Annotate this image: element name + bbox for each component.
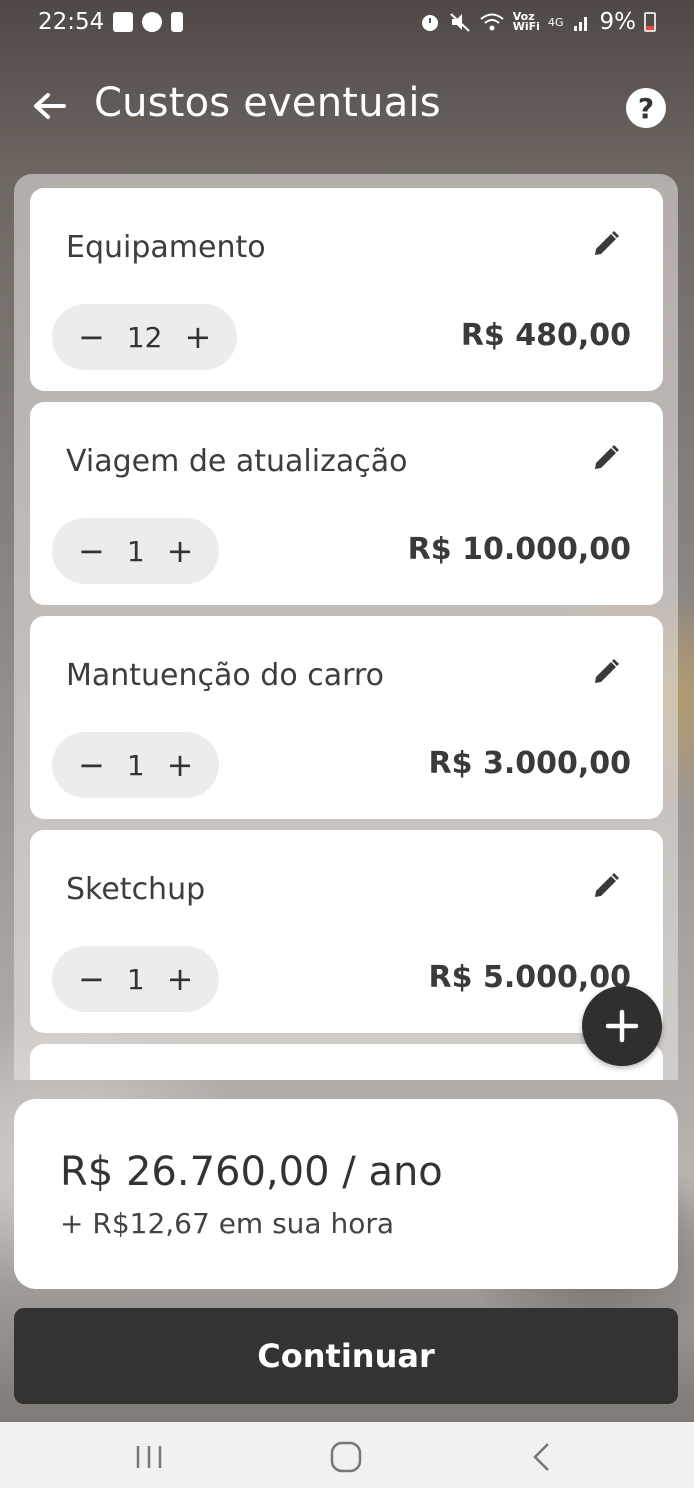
back-icon[interactable] <box>522 1440 562 1474</box>
quantity-stepper: − 1 + <box>52 732 220 798</box>
decrement-button[interactable]: − <box>78 963 105 995</box>
hourly-impact: + R$12,67 em sua hora <box>60 1207 395 1240</box>
app-header: Custos eventuais ? <box>0 68 694 144</box>
alert-icon <box>171 12 184 32</box>
question-mark-icon: ? <box>637 91 655 125</box>
decrement-button[interactable]: − <box>78 321 105 353</box>
wifi-icon <box>480 13 504 31</box>
cost-item-card: Viagem de atualização − 1 + R$ 10.000,00 <box>30 402 663 605</box>
pencil-icon[interactable] <box>590 870 622 902</box>
cost-item-name: Sketchup <box>66 872 206 907</box>
cost-item-name: Viagem de atualização <box>66 444 408 479</box>
network-label: 4G <box>547 15 564 29</box>
battery-icon <box>644 12 656 32</box>
back-arrow-icon[interactable] <box>30 86 70 126</box>
cost-item-name: Mantuenção do carro <box>66 658 384 693</box>
quantity-stepper: − 12 + <box>52 304 238 370</box>
continue-button[interactable]: Continuar <box>14 1308 678 1404</box>
quantity-stepper: − 1 + <box>52 518 220 584</box>
signal-icon <box>573 17 587 31</box>
do-not-disturb-icon <box>142 12 163 32</box>
status-bar: 22:54 Voz WiFi 4G 9% <box>0 0 694 44</box>
pencil-icon[interactable] <box>590 228 622 260</box>
cost-item-price: R$ 5.000,00 <box>428 960 631 995</box>
quantity-value: 1 <box>126 534 145 568</box>
cost-item-card-partial <box>30 1044 663 1080</box>
cost-item-price: R$ 480,00 <box>460 318 631 353</box>
quantity-value: 12 <box>126 320 163 354</box>
wifi-label: WiFi <box>512 20 540 33</box>
increment-button[interactable]: + <box>167 749 194 781</box>
quantity-value: 1 <box>126 748 145 782</box>
cost-item-card: Mantuenção do carro − 1 + R$ 3.000,00 <box>30 616 663 819</box>
quantity-stepper: − 1 + <box>52 946 220 1012</box>
summary-card: R$ 26.760,00 / ano + R$12,67 em sua hora <box>14 1099 678 1289</box>
battery-percent: 9% <box>599 9 637 35</box>
increment-button[interactable]: + <box>167 963 194 995</box>
cost-item-price: R$ 3.000,00 <box>428 746 631 781</box>
help-button[interactable]: ? <box>626 88 666 128</box>
cost-item-card: Equipamento − 12 + R$ 480,00 <box>30 188 663 391</box>
add-cost-button[interactable] <box>582 986 662 1066</box>
decrement-button[interactable]: − <box>78 535 105 567</box>
annual-total: R$ 26.760,00 / ano <box>60 1149 443 1195</box>
gallery-icon <box>113 12 134 32</box>
cost-item-card: Sketchup − 1 + R$ 5.000,00 <box>30 830 663 1033</box>
pencil-icon[interactable] <box>590 442 622 474</box>
status-time: 22:54 <box>38 9 105 35</box>
quantity-value: 1 <box>126 962 145 996</box>
alarm-icon <box>421 15 438 31</box>
home-icon[interactable] <box>326 1440 366 1474</box>
page-title: Custos eventuais <box>94 80 441 126</box>
plus-icon <box>605 1009 639 1043</box>
cost-item-price: R$ 10.000,00 <box>407 532 631 567</box>
pencil-icon[interactable] <box>590 656 622 688</box>
mute-icon <box>450 13 470 32</box>
decrement-button[interactable]: − <box>78 749 105 781</box>
increment-button[interactable]: + <box>184 321 211 353</box>
recent-apps-icon[interactable] <box>130 1440 170 1474</box>
costs-list[interactable]: Equipamento − 12 + R$ 480,00 Viagem de a… <box>14 174 678 1080</box>
cost-item-name: Equipamento <box>66 230 266 265</box>
increment-button[interactable]: + <box>167 535 194 567</box>
system-nav-bar <box>0 1422 694 1488</box>
voz-wifi-label: Voz WiFi <box>512 11 540 33</box>
